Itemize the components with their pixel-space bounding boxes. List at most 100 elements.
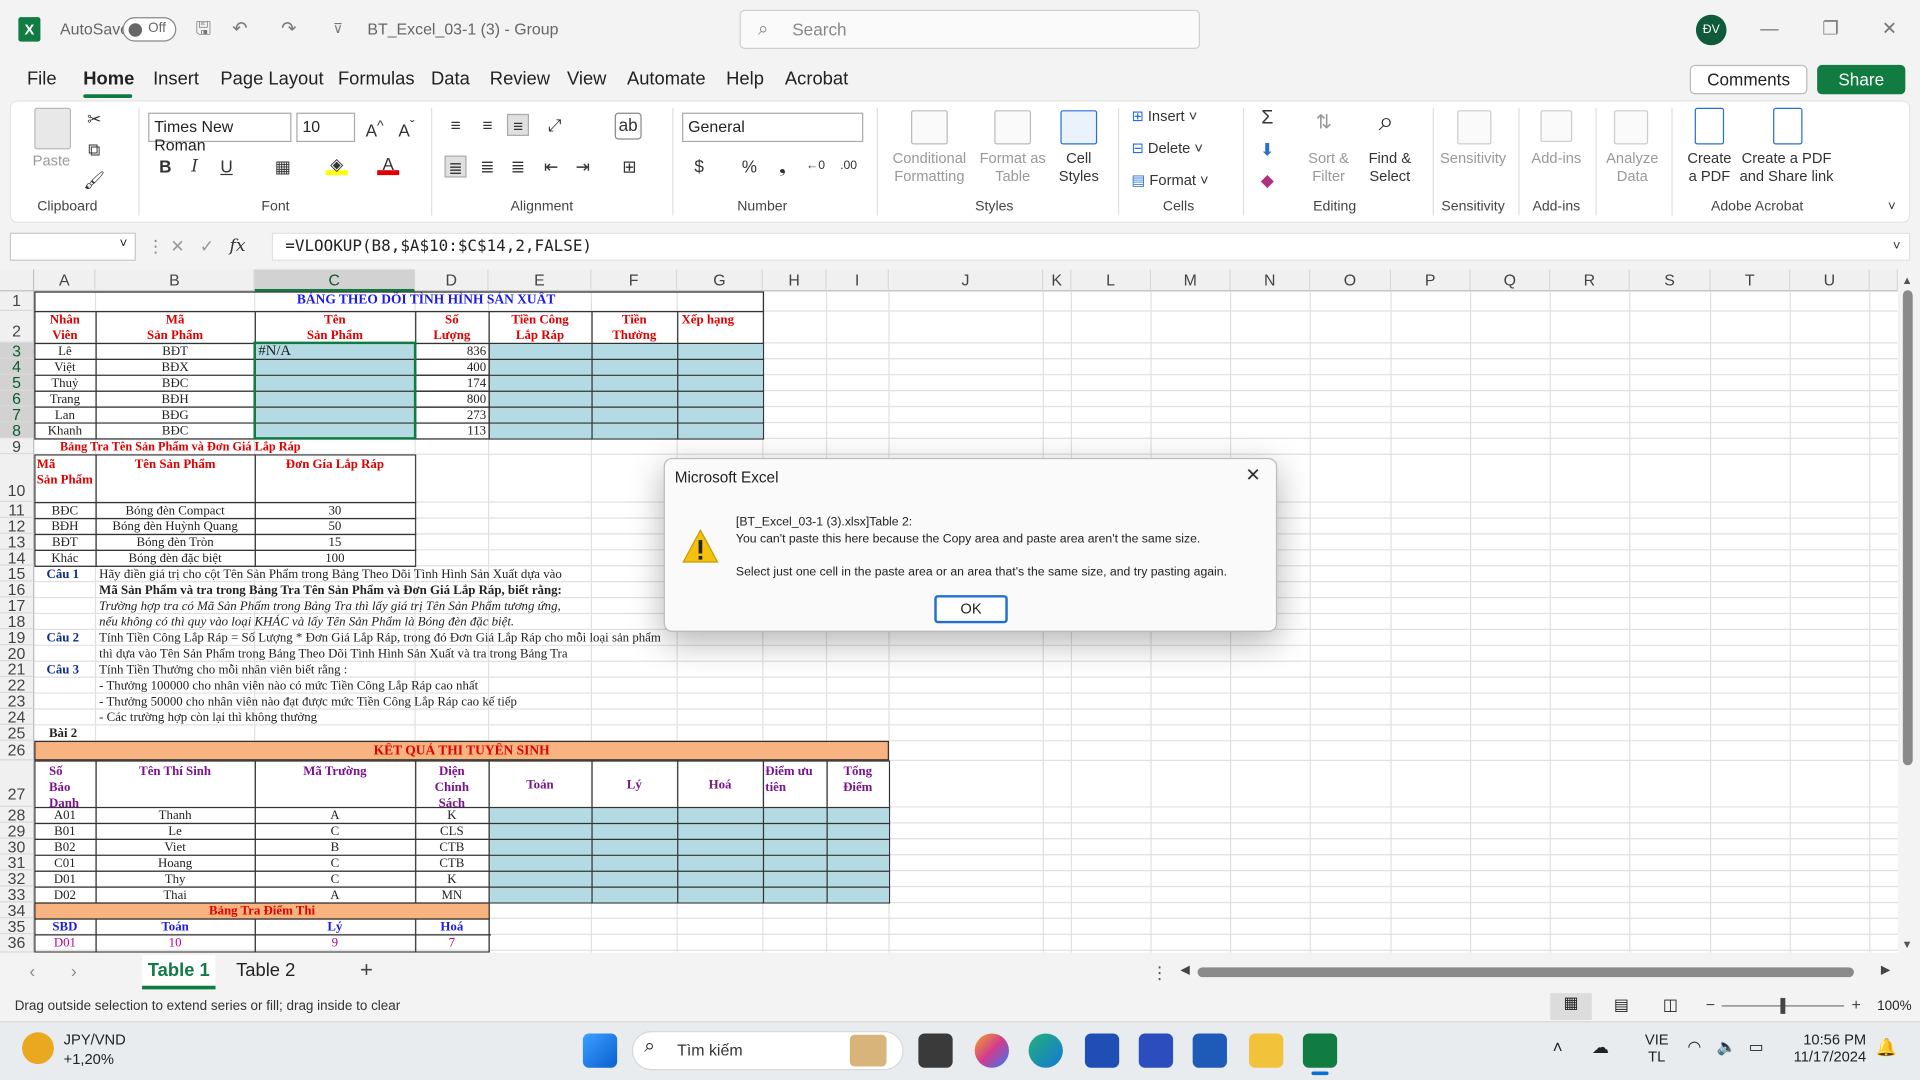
underline-icon[interactable]: U (216, 156, 238, 178)
menu-file[interactable]: File (27, 69, 57, 90)
row-header[interactable]: 26 (0, 740, 35, 761)
col-header-j[interactable]: J (888, 269, 1044, 292)
align-center-icon[interactable]: ≣ (476, 156, 498, 178)
sensitivity-icon[interactable] (1457, 110, 1492, 145)
col-header-m[interactable]: M (1151, 269, 1231, 292)
font-size-select[interactable]: 10 (296, 112, 356, 143)
sheet-tab-table-2[interactable]: Table 2 (228, 955, 304, 989)
row-header[interactable]: 13 (0, 533, 35, 550)
insert-function-icon[interactable]: fx (227, 235, 249, 257)
menu-data[interactable]: Data (431, 69, 470, 90)
word-icon[interactable] (1192, 1033, 1227, 1068)
align-bottom-icon[interactable]: ≡ (506, 113, 529, 136)
page-break-view-icon[interactable]: ◫ (1663, 996, 1678, 1016)
row-header[interactable]: 32 (0, 870, 35, 887)
format-cells-button[interactable]: ▤ Format ˅ (1131, 171, 1208, 189)
align-middle-icon[interactable]: ≡ (476, 114, 498, 136)
name-box[interactable]: ˅ (9, 232, 136, 261)
expand-formula-icon[interactable]: ˅ (1886, 235, 1908, 257)
windows-start-icon[interactable] (582, 1033, 618, 1068)
vertical-scroll-thumb[interactable] (1902, 290, 1913, 766)
orientation-icon[interactable]: ⤢ (544, 114, 566, 136)
scroll-right-icon[interactable]: ▶ (1881, 964, 1890, 977)
menu-review[interactable]: Review (490, 69, 550, 90)
minimize-icon[interactable]: — (1751, 15, 1788, 44)
undo-icon[interactable]: ↶ (228, 17, 252, 41)
select-all-corner[interactable] (0, 269, 35, 292)
paste-icon[interactable] (34, 107, 72, 150)
decrease-font-icon[interactable]: Aˇ (396, 115, 418, 141)
zoom-in-icon[interactable]: + (1851, 996, 1860, 1014)
align-left-icon[interactable]: ≣ (444, 155, 467, 178)
menu-view[interactable]: View (567, 69, 606, 90)
col-header-n[interactable]: N (1230, 269, 1311, 292)
ticker-symbol[interactable]: JPY/VND (64, 1031, 126, 1048)
menu-acrobat[interactable]: Acrobat (785, 69, 848, 90)
format-painter-icon[interactable]: 🖌 (83, 169, 105, 191)
row-header[interactable]: 28 (0, 806, 35, 823)
menu-help[interactable]: Help (726, 69, 764, 90)
collapse-ribbon-icon[interactable]: ˅ (1881, 196, 1903, 218)
zoom-out-icon[interactable]: − (1706, 996, 1715, 1014)
comments-button[interactable]: Comments (1689, 64, 1808, 95)
row-header[interactable]: 17 (0, 597, 35, 614)
edge-icon[interactable] (1028, 1033, 1063, 1068)
col-header-p[interactable]: P (1391, 269, 1471, 292)
row-header[interactable]: 30 (0, 838, 35, 855)
col-header-b[interactable]: B (95, 269, 255, 292)
row-header[interactable]: 15 (0, 565, 35, 582)
comma-icon[interactable]: ❟ (771, 156, 793, 178)
align-top-icon[interactable]: ≡ (444, 114, 466, 136)
autosave-toggle[interactable]: Off (122, 17, 177, 42)
row-header[interactable]: 27 (0, 760, 35, 807)
conditional-formatting-button[interactable]: Conditional Formatting (884, 149, 975, 186)
row-header[interactable]: 21 (0, 661, 35, 677)
language-indicator[interactable]: VIE TL (1638, 1031, 1675, 1065)
clock[interactable]: 10:56 PM 11/17/2024 (1783, 1031, 1866, 1065)
scroll-down-icon[interactable]: ▼ (1902, 938, 1913, 950)
row-header[interactable]: 33 (0, 886, 35, 903)
col-header-k[interactable]: K (1043, 269, 1072, 292)
menu-insert[interactable]: Insert (153, 69, 199, 90)
wrap-text-icon[interactable]: ab (614, 112, 642, 140)
next-sheet-icon[interactable]: › (71, 961, 77, 981)
col-header-s[interactable]: S (1629, 269, 1711, 292)
add-ins-button[interactable]: Add-ins (1523, 149, 1589, 167)
normal-view-icon[interactable]: ▦ (1550, 993, 1592, 1021)
merge-center-icon[interactable]: ⊞ (618, 156, 640, 178)
restore-icon[interactable]: ❐ (1812, 15, 1849, 44)
row-header[interactable]: 10 (0, 454, 35, 503)
cut-icon[interactable]: ✂ (83, 108, 105, 130)
decrease-decimal-icon[interactable]: .00 (838, 156, 860, 178)
col-header-o[interactable]: O (1310, 269, 1392, 292)
font-color-icon[interactable]: A (377, 153, 400, 176)
row-header[interactable]: 3 (0, 342, 35, 359)
create-share-pdf-button[interactable]: Create a PDF and Share link (1731, 149, 1841, 186)
analyze-data-button[interactable]: Analyze Data (1598, 149, 1667, 186)
avatar[interactable]: ĐV (1695, 14, 1727, 46)
volume-icon[interactable]: 🔈 (1717, 1037, 1737, 1057)
paste-button[interactable]: Paste (27, 152, 76, 170)
scroll-left-icon[interactable]: ◀ (1180, 964, 1189, 977)
col-header-f[interactable]: F (591, 269, 678, 292)
col-header-v[interactable] (1869, 269, 1898, 292)
menu-home[interactable]: Home (83, 69, 134, 90)
increase-font-icon[interactable]: A^ (364, 115, 386, 141)
col-header-e[interactable]: E (488, 269, 592, 292)
fill-color-icon[interactable]: ◈ (325, 153, 348, 176)
menu-formulas[interactable]: Formulas (338, 69, 415, 90)
bold-icon[interactable]: B (154, 156, 176, 178)
create-share-pdf-icon[interactable] (1773, 107, 1803, 145)
row-header[interactable]: 5 (0, 375, 35, 391)
close-window-icon[interactable]: ✕ (1871, 15, 1908, 44)
col-header-u[interactable]: U (1790, 269, 1870, 292)
col-header-l[interactable]: L (1071, 269, 1152, 292)
row-header[interactable]: 6 (0, 390, 35, 407)
copilot-icon[interactable] (974, 1033, 1009, 1068)
sheet-tab-table-1[interactable]: Table 1 (142, 955, 216, 990)
col-header-d[interactable]: D (415, 269, 489, 292)
excel-taskbar-icon[interactable] (1302, 1033, 1338, 1068)
currency-icon[interactable]: $ (688, 156, 710, 178)
analyze-data-icon[interactable] (1613, 110, 1649, 145)
notification-bell-icon[interactable]: 🔔 (1876, 1037, 1897, 1058)
